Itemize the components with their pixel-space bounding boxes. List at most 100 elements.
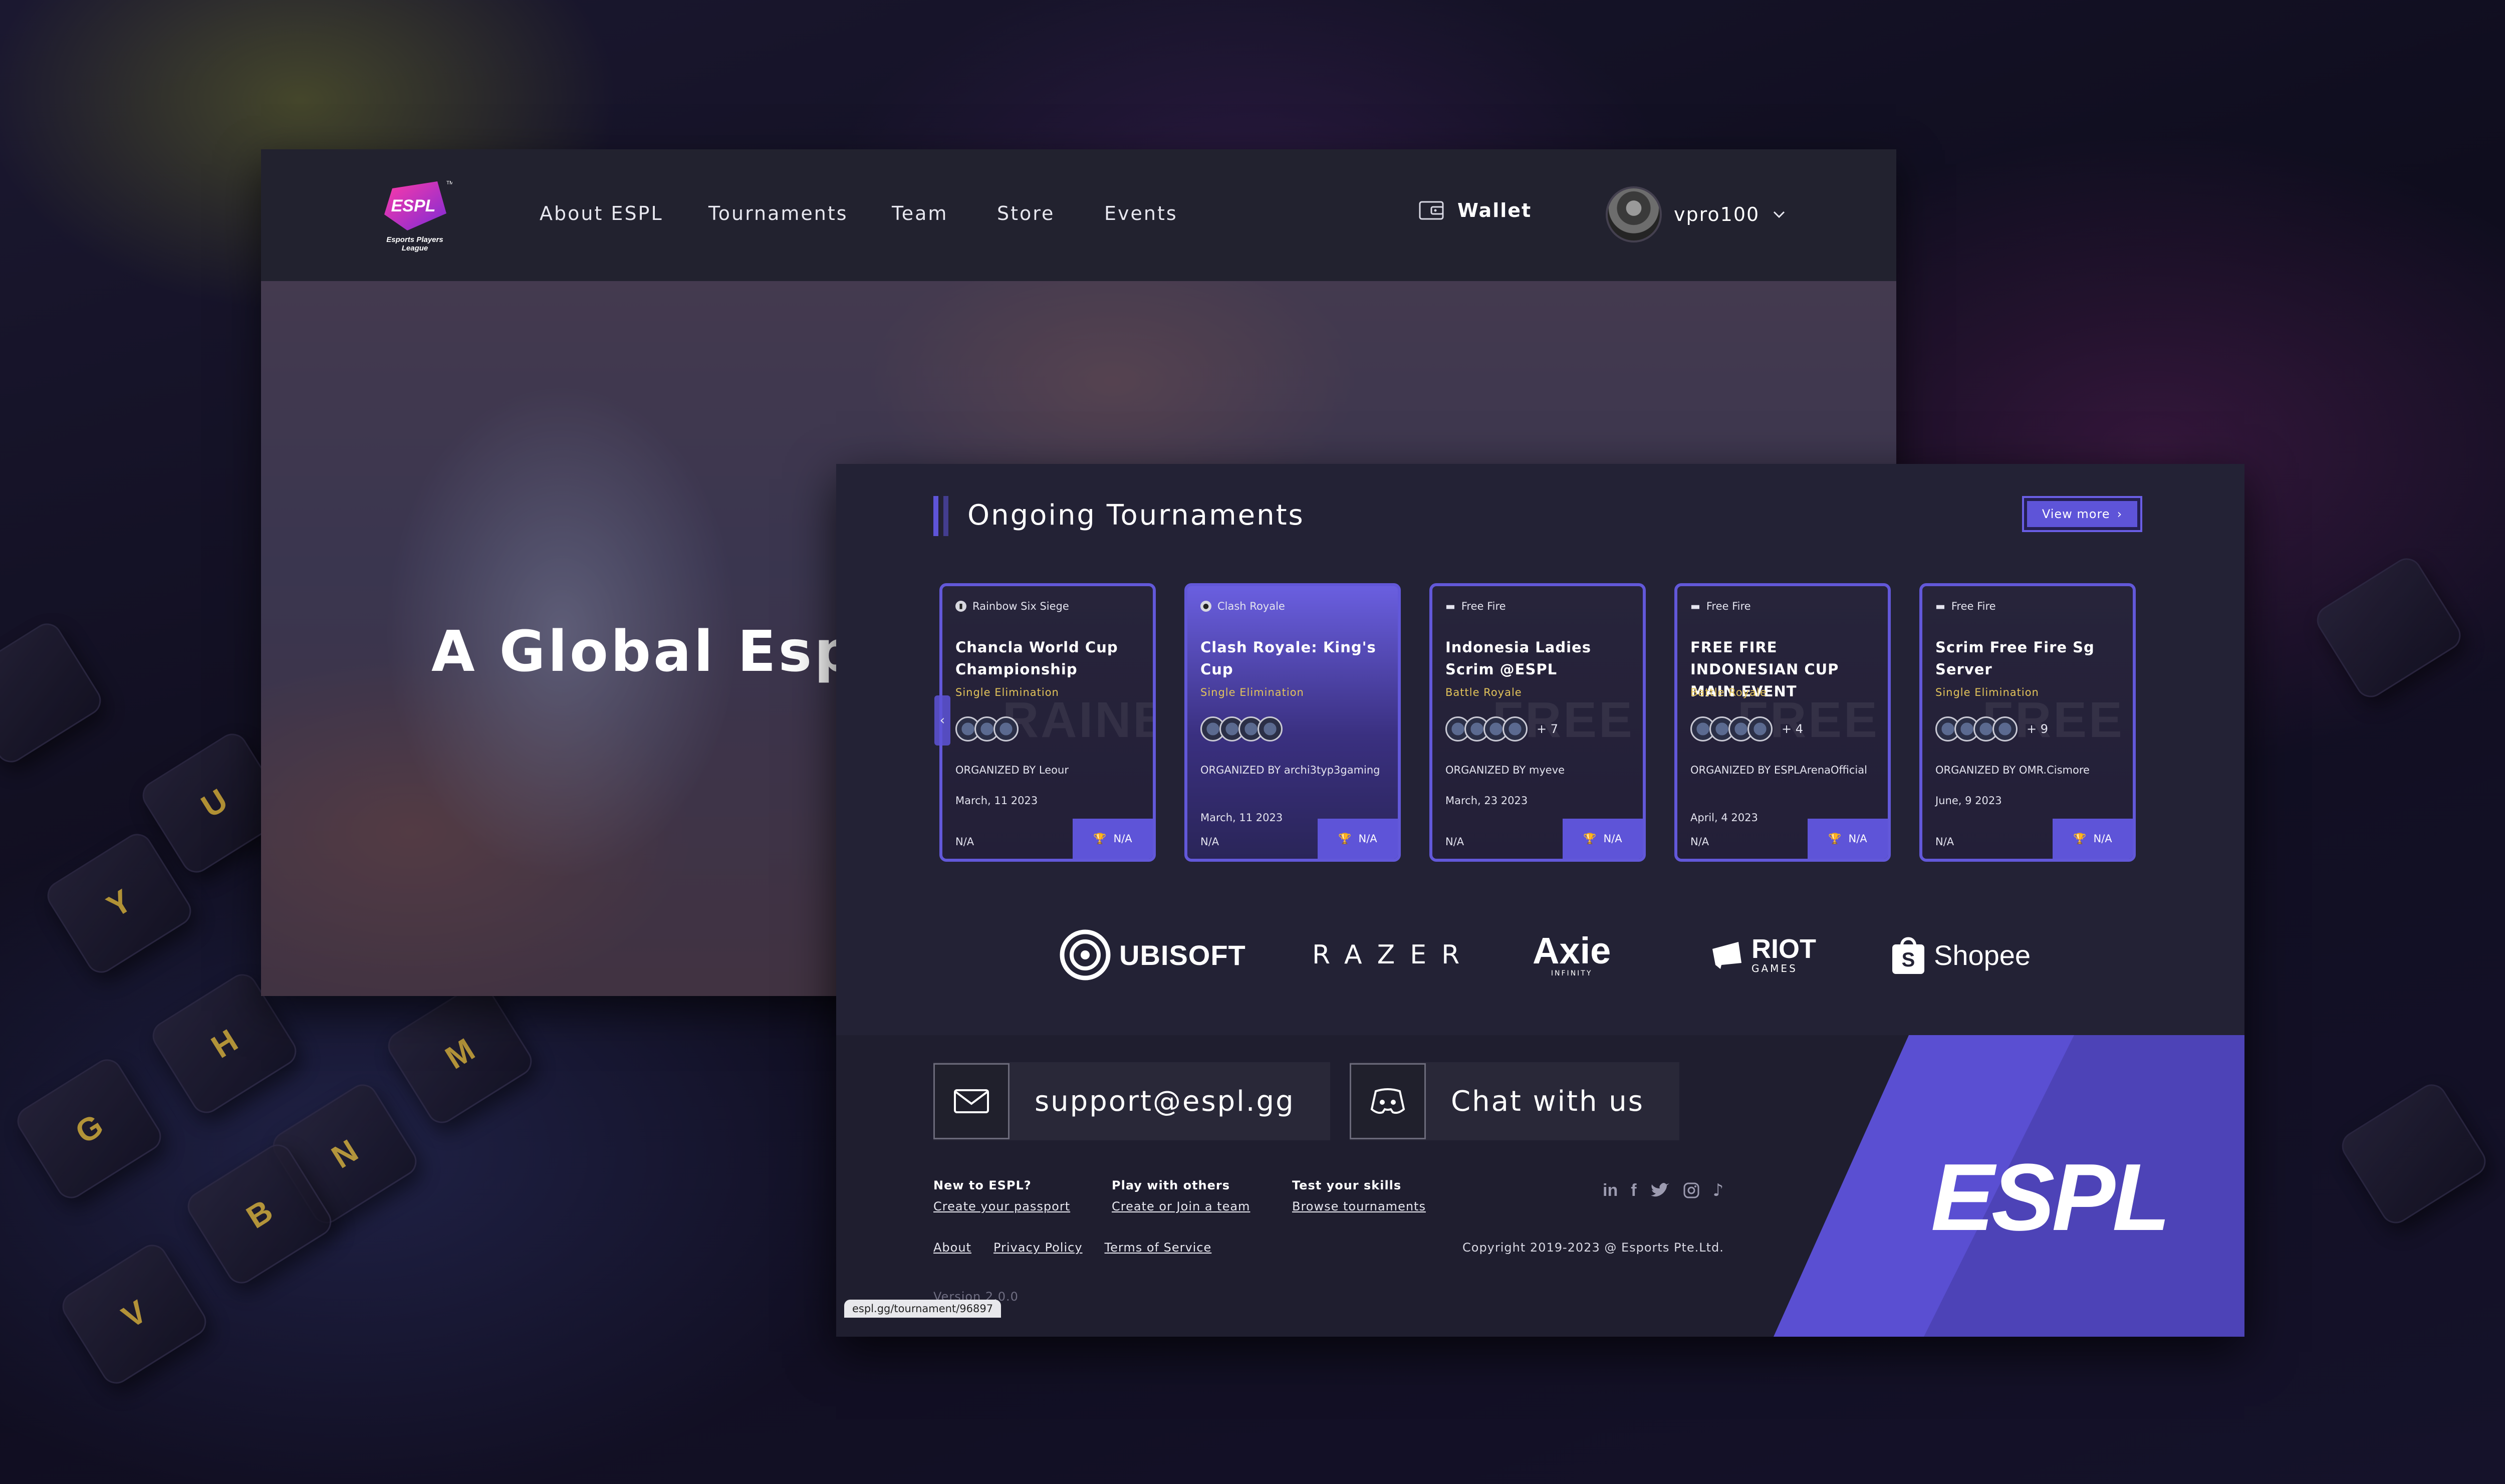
email-support[interactable]: support@espl.gg bbox=[933, 1062, 1330, 1140]
view-more-inner: View more › bbox=[2027, 501, 2137, 527]
participant-avatars: + 9 bbox=[1935, 716, 2048, 741]
card-organizer: ORGANIZED BY archi3typ3gaming bbox=[1200, 764, 1380, 776]
card-game-name: Rainbow Six Siege bbox=[972, 600, 1069, 612]
axie-logo: Axie INFINITY bbox=[1533, 917, 1611, 993]
carousel-prev-button[interactable]: ‹ bbox=[934, 695, 950, 746]
instagram-icon[interactable] bbox=[1683, 1182, 1700, 1199]
card-watermark: RAINBOW SIEGE bbox=[1003, 692, 1153, 748]
nav-events[interactable]: Events bbox=[1104, 202, 1178, 224]
nav-team[interactable]: Team bbox=[892, 202, 948, 224]
participant-avatars: + 4 bbox=[1690, 716, 1803, 741]
card-date: June, 9 2023 bbox=[1935, 795, 2002, 807]
nav-tournaments[interactable]: Tournaments bbox=[708, 202, 848, 224]
nav-store[interactable]: Store bbox=[997, 202, 1055, 224]
card-footer: N/A 🏆 N/A bbox=[942, 819, 1153, 859]
free-fire-icon: ▬ bbox=[1445, 600, 1455, 612]
privacy-policy-link[interactable]: Privacy Policy bbox=[993, 1241, 1083, 1255]
tournament-card[interactable]: RAINBOW SIEGE ▮ Rainbow Six Siege Chancl… bbox=[939, 583, 1156, 862]
card-format: Single Elimination bbox=[1935, 686, 2039, 698]
trophy-icon: 🏆 bbox=[1828, 832, 1842, 845]
card-prize-value: N/A bbox=[1358, 833, 1377, 845]
about-link[interactable]: About bbox=[933, 1241, 971, 1255]
keyboard-key bbox=[2311, 553, 2466, 703]
card-game: ● Clash Royale bbox=[1200, 600, 1285, 612]
partner-name: RIOT bbox=[1751, 934, 1816, 964]
mail-icon bbox=[933, 1063, 1010, 1139]
tournament-card[interactable]: ● Clash Royale Clash Royale: King's Cup … bbox=[1184, 583, 1401, 862]
riot-logo: RIOT GAMES bbox=[1710, 917, 1816, 993]
partner-subname: INFINITY bbox=[1551, 969, 1593, 977]
twitter-icon[interactable] bbox=[1650, 1182, 1670, 1198]
trophy-icon: 🏆 bbox=[1583, 832, 1597, 845]
footer-col-heading: Test your skills bbox=[1292, 1178, 1402, 1192]
clash-royale-icon: ● bbox=[1200, 601, 1211, 612]
card-prize-value: N/A bbox=[2093, 833, 2112, 845]
chevron-down-icon bbox=[1774, 211, 1785, 218]
browse-tournaments-link[interactable]: Browse tournaments bbox=[1292, 1199, 1426, 1213]
participant-avatars: + 7 bbox=[1445, 716, 1558, 741]
social-links: in f ♪ bbox=[1603, 1180, 1723, 1200]
chat-label: Chat with us bbox=[1451, 1085, 1644, 1118]
facebook-icon[interactable]: f bbox=[1631, 1181, 1636, 1200]
chat-button[interactable]: Chat with us bbox=[1350, 1062, 1679, 1140]
partner-logos: UBISOFT RAZER Axie INFINITY RIOT GAMES S… bbox=[836, 917, 2244, 993]
card-prize-value: N/A bbox=[1113, 833, 1132, 845]
tiktok-icon[interactable]: ♪ bbox=[1713, 1180, 1724, 1200]
user-menu[interactable]: vpro100 bbox=[1606, 186, 1787, 242]
keyboard-key: M bbox=[382, 978, 538, 1129]
card-prize: 🏆 N/A bbox=[1808, 819, 1888, 859]
keyboard-key bbox=[0, 618, 107, 768]
card-footer: N/A 🏆 N/A bbox=[1187, 819, 1398, 859]
chevron-left-icon: ‹ bbox=[939, 713, 945, 728]
tournament-card[interactable]: FREE FIRE ▬ Free Fire FREE FIRE INDONESI… bbox=[1674, 583, 1891, 862]
create-passport-link[interactable]: Create your passport bbox=[933, 1199, 1070, 1213]
logo-trademark: TM bbox=[446, 180, 452, 186]
participant-avatars bbox=[955, 716, 1019, 741]
terms-of-service-link[interactable]: Terms of Service bbox=[1105, 1241, 1212, 1255]
footer-legal-links: About Privacy Policy Terms of Service bbox=[933, 1241, 1211, 1255]
wallet-button[interactable]: Wallet bbox=[1418, 199, 1532, 221]
trophy-icon: 🏆 bbox=[1338, 832, 1352, 845]
card-game: ▮ Rainbow Six Siege bbox=[955, 600, 1069, 612]
partner-name: UBISOFT bbox=[1119, 939, 1246, 971]
participant-more-count: + 4 bbox=[1782, 722, 1804, 736]
section-accent-bar bbox=[933, 496, 938, 536]
razer-logo: RAZER bbox=[1312, 917, 1474, 993]
rainbow-six-icon: ▮ bbox=[955, 601, 966, 612]
tournament-card[interactable]: FREE FIRE ▬ Free Fire Scrim Free Fire Sg… bbox=[1919, 583, 2136, 862]
ubisoft-logo: UBISOFT bbox=[1059, 917, 1246, 993]
card-entry-fee: N/A bbox=[1200, 836, 1219, 848]
chevron-right-icon: › bbox=[2117, 507, 2123, 521]
card-entry-fee: N/A bbox=[1935, 836, 1954, 848]
create-join-team-link[interactable]: Create or Join a team bbox=[1112, 1199, 1250, 1213]
wallet-icon bbox=[1419, 201, 1444, 220]
tournaments-window: Ongoing Tournaments View more › RAINBOW … bbox=[836, 464, 2244, 1337]
card-format: Single Elimination bbox=[955, 686, 1059, 698]
keyboard-key bbox=[2336, 1079, 2491, 1229]
footer-espl-logo: ESPL bbox=[1931, 1144, 2170, 1251]
card-game: ▬ Free Fire bbox=[1445, 600, 1506, 612]
section-accent-bar bbox=[943, 496, 948, 536]
nav-about[interactable]: About ESPL bbox=[540, 202, 663, 224]
espl-logo[interactable]: ESPL TM Esports Players League bbox=[372, 178, 457, 254]
footer: ESPL support@espl.gg Chat with us New to… bbox=[836, 1035, 2244, 1337]
copyright: Copyright 2019-2023 @ Esports Pte.Ltd. bbox=[1462, 1241, 1724, 1255]
card-format: Battle Royale bbox=[1445, 686, 1522, 698]
shopping-bag-icon: S bbox=[1892, 937, 1924, 974]
card-prize: 🏆 N/A bbox=[1073, 819, 1153, 859]
card-game-name: Clash Royale bbox=[1217, 600, 1285, 612]
ubisoft-swirl-icon bbox=[1060, 929, 1111, 980]
free-fire-icon: ▬ bbox=[1690, 600, 1700, 612]
card-title: Chancla World Cup Championship bbox=[955, 639, 1118, 678]
svg-text:S: S bbox=[1902, 949, 1915, 971]
card-organizer: ORGANIZED BY Leour bbox=[955, 764, 1069, 776]
view-more-button[interactable]: View more › bbox=[2022, 496, 2142, 532]
card-title: Clash Royale: King's Cup bbox=[1200, 639, 1376, 678]
card-game-name: Free Fire bbox=[1951, 600, 1996, 612]
tournament-card[interactable]: FREE FIRE ▬ Free Fire Indonesia Ladies S… bbox=[1429, 583, 1646, 862]
keyboard-key: Y bbox=[42, 828, 197, 978]
partner-name: RAZER bbox=[1312, 940, 1475, 970]
support-email: support@espl.gg bbox=[1035, 1085, 1295, 1118]
linkedin-icon[interactable]: in bbox=[1603, 1181, 1618, 1200]
card-footer: N/A 🏆 N/A bbox=[1432, 819, 1643, 859]
